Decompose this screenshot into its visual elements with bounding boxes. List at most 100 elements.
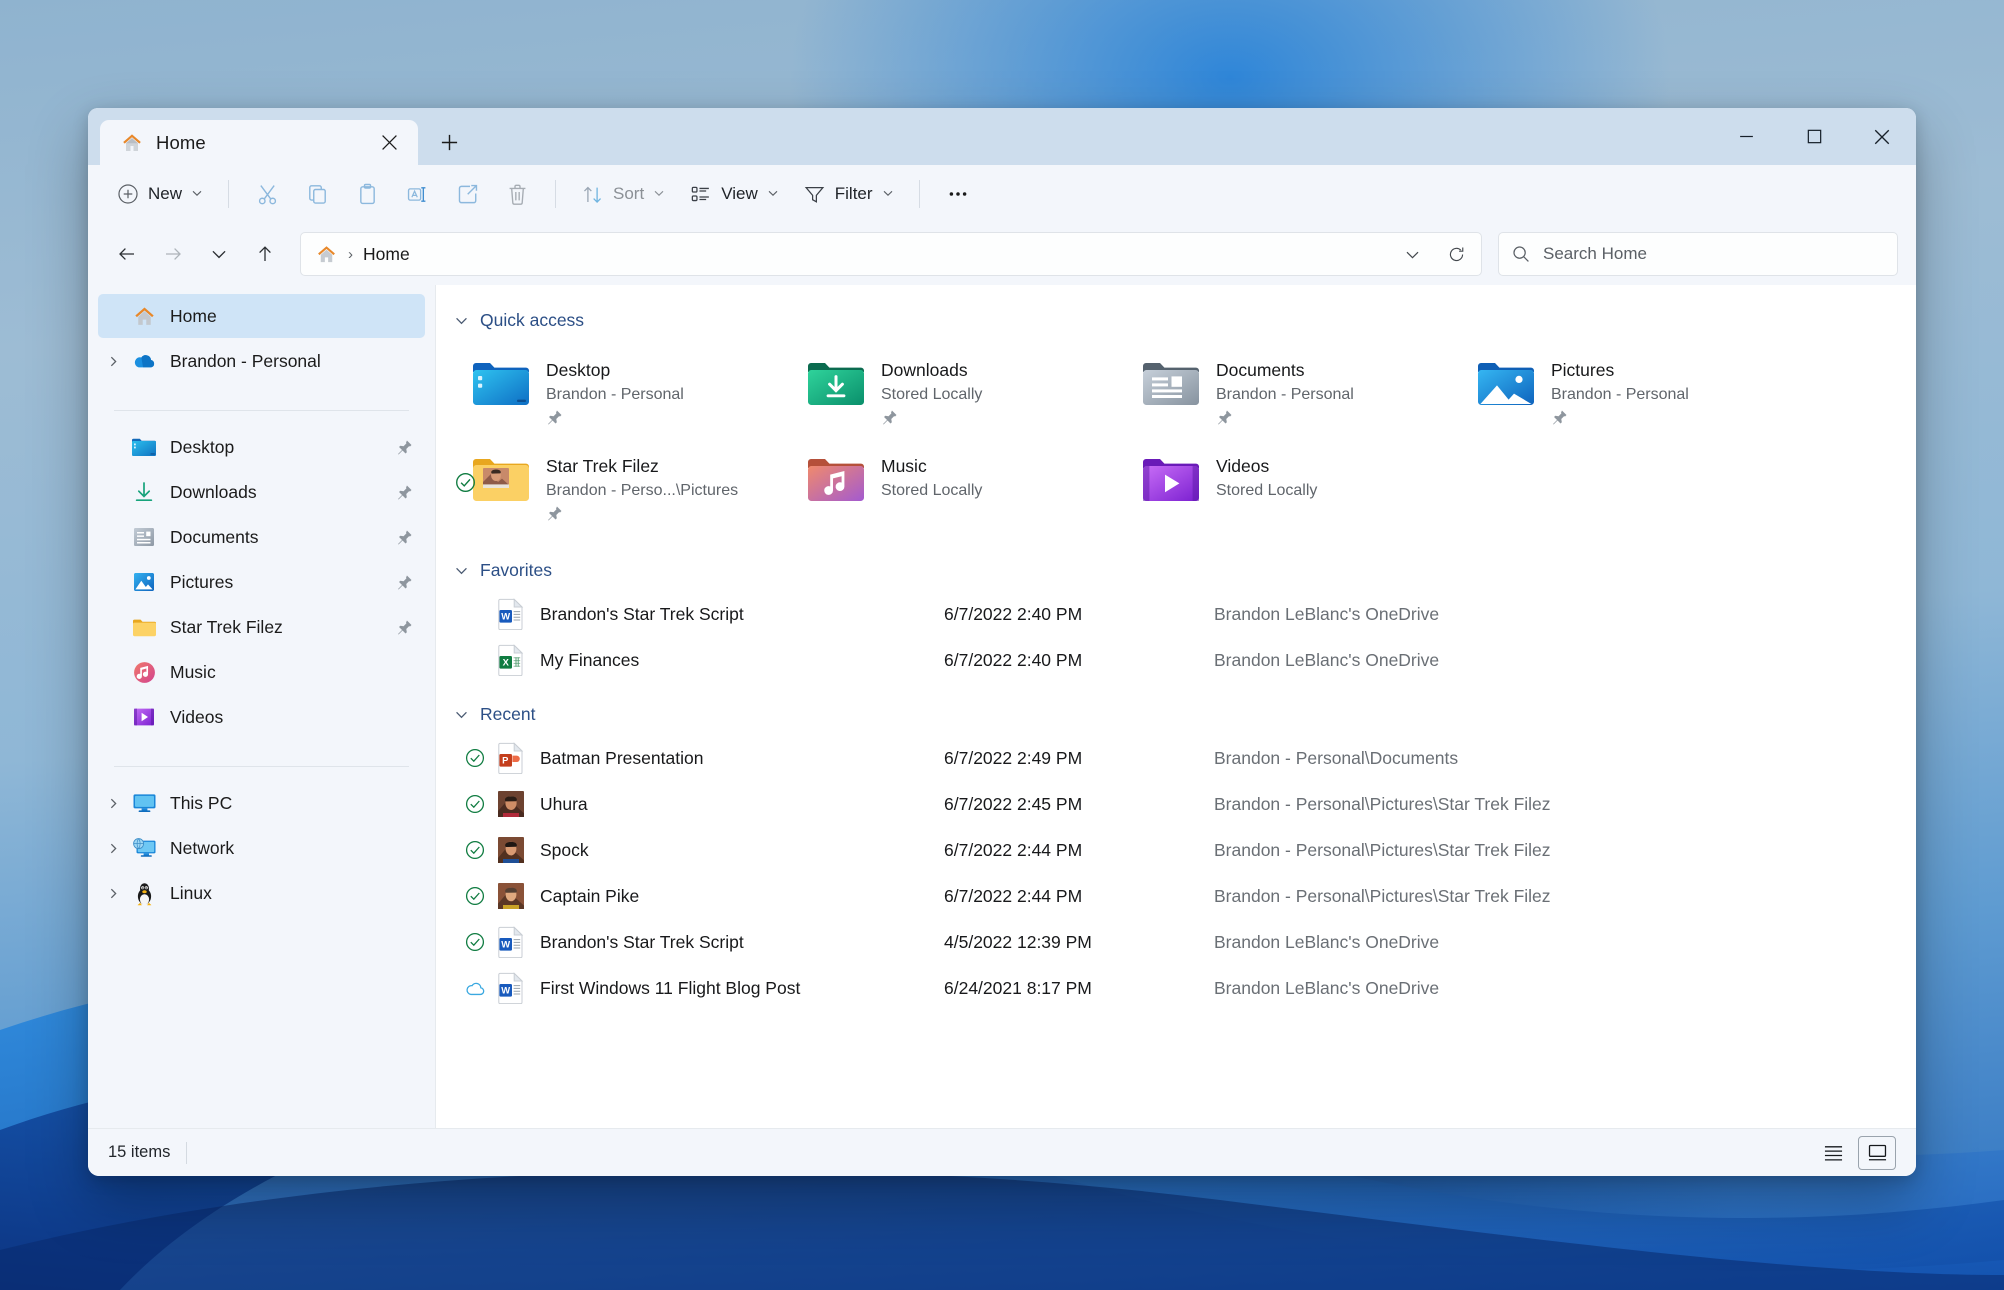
maximize-button[interactable] — [1780, 108, 1848, 165]
chevron-down-icon[interactable] — [454, 707, 469, 722]
quick-access-header[interactable]: Quick access — [436, 303, 1916, 337]
pin-icon[interactable] — [546, 409, 684, 431]
paste-button[interactable] — [343, 173, 391, 215]
rename-icon — [405, 182, 430, 207]
pin-icon[interactable] — [546, 505, 738, 527]
sidebar-item-network[interactable]: Network — [98, 826, 425, 870]
quick-access-tile-downloads[interactable]: Downloads Stored Locally — [793, 347, 1128, 443]
details-view-icon[interactable] — [1858, 1135, 1896, 1170]
pin-icon[interactable] — [1216, 409, 1354, 431]
funnel-icon — [803, 183, 826, 206]
sidebar-item-pictures[interactable]: Pictures — [98, 560, 425, 604]
tile-subtitle: Stored Locally — [881, 385, 983, 403]
rename-button[interactable] — [393, 173, 441, 215]
file-path: Brandon - Personal\Documents — [1214, 747, 1459, 768]
address-dropdown-button[interactable] — [1393, 235, 1431, 273]
filter-button[interactable]: Filter — [792, 173, 905, 215]
tab-home[interactable]: Home — [100, 120, 418, 165]
search-box[interactable]: Search Home — [1498, 232, 1898, 276]
chevron-down-icon[interactable] — [454, 563, 469, 578]
breadcrumb-home-label[interactable]: Home — [363, 244, 410, 265]
table-row[interactable]: Uhura 6/7/2022 2:45 PM Brandon - Persona… — [436, 781, 1904, 827]
pin-icon[interactable] — [393, 439, 415, 456]
up-button[interactable] — [244, 233, 286, 275]
sort-button[interactable]: Sort — [570, 173, 676, 215]
network-icon — [128, 837, 160, 859]
word-doc-icon: W — [492, 598, 530, 630]
quick-access-tile-documents[interactable]: Documents Brandon - Personal — [1128, 347, 1463, 443]
sidebar-item-videos[interactable]: Videos — [98, 695, 425, 739]
view-label: View — [721, 184, 758, 203]
table-row[interactable]: X My Finances 6/7/2022 2:40 PM Brandon L… — [436, 637, 1904, 683]
list-view-icon[interactable] — [1814, 1136, 1852, 1170]
chevron-right-icon[interactable] — [98, 842, 128, 855]
sidebar-item-music[interactable]: Music — [98, 650, 425, 694]
table-row[interactable]: Spock 6/7/2022 2:44 PM Brandon - Persona… — [436, 827, 1904, 873]
file-path: Brandon - Personal\Pictures\Star Trek Fi… — [1214, 839, 1551, 860]
table-row[interactable]: P Batman Presentation 6/7/2022 2:49 PM B… — [436, 735, 1904, 781]
quick-access-tile-pictures[interactable]: Pictures Brandon - Personal — [1463, 347, 1798, 443]
sidebar-item-this-pc[interactable]: This PC — [98, 781, 425, 825]
breadcrumb-home-icon[interactable] — [315, 243, 338, 266]
recent-title: Recent — [480, 703, 536, 724]
pin-icon[interactable] — [881, 409, 982, 431]
pin-icon[interactable] — [1551, 409, 1689, 431]
delete-button[interactable] — [493, 173, 541, 215]
view-toggle-group — [1814, 1135, 1896, 1170]
new-tab-button[interactable] — [432, 125, 466, 159]
table-row[interactable]: Captain Pike 6/7/2022 2:44 PM Brandon - … — [436, 873, 1904, 919]
copy-button[interactable] — [293, 173, 341, 215]
sidebar-item-label: Downloads — [170, 481, 257, 502]
downloads-icon — [128, 480, 160, 504]
chevron-down-icon[interactable] — [454, 313, 469, 328]
chevron-right-icon[interactable] — [98, 887, 128, 900]
favorites-header[interactable]: Favorites — [436, 553, 1916, 587]
close-tab-icon[interactable] — [372, 126, 406, 160]
sidebar-item-brandon-personal[interactable]: Brandon - Personal — [98, 339, 425, 383]
sidebar-item-home[interactable]: Home — [98, 294, 425, 338]
table-row[interactable]: W Brandon's Star Trek Script 6/7/2022 2:… — [436, 591, 1904, 637]
tile-subtitle: Brandon - Personal — [546, 385, 684, 403]
back-button[interactable] — [106, 233, 148, 275]
sidebar-item-star-trek-filez[interactable]: Star Trek Filez — [98, 605, 425, 649]
onedrive-icon — [128, 348, 160, 374]
table-row[interactable]: W Brandon's Star Trek Script 4/5/2022 12… — [436, 919, 1904, 965]
forward-button[interactable] — [152, 233, 194, 275]
quick-access-tile-videos[interactable]: Videos Stored Locally — [1128, 443, 1463, 539]
quick-access-tile-star-trek-filez[interactable]: Star Trek Filez Brandon - Perso...\Pictu… — [456, 443, 793, 539]
sidebar-item-downloads[interactable]: Downloads — [98, 470, 425, 514]
chevron-down-icon — [767, 184, 779, 204]
sidebar-item-label: Brandon - Personal — [170, 350, 321, 371]
refresh-button[interactable] — [1437, 235, 1475, 273]
pin-icon[interactable] — [393, 484, 415, 501]
file-name: Brandon's Star Trek Script — [540, 931, 744, 952]
quick-access-tile-desktop[interactable]: Desktop Brandon - Personal — [458, 347, 793, 443]
svg-text:W: W — [501, 984, 510, 995]
address-bar[interactable]: › Home — [300, 232, 1482, 276]
recent-locations-button[interactable] — [198, 233, 240, 275]
cut-button[interactable] — [243, 173, 291, 215]
pin-icon[interactable] — [393, 574, 415, 591]
chevron-down-icon — [653, 184, 665, 204]
sidebar-item-label: Star Trek Filez — [170, 616, 283, 637]
minimize-button[interactable] — [1712, 108, 1780, 165]
chevron-right-icon[interactable] — [98, 797, 128, 810]
address-bar-row: › Home Search Home — [88, 223, 1916, 285]
folder-icon — [128, 617, 160, 638]
sidebar-item-linux[interactable]: Linux — [98, 871, 425, 915]
file-path: Brandon - Personal\Pictures\Star Trek Fi… — [1214, 885, 1551, 906]
new-button[interactable]: New — [106, 173, 214, 215]
recent-header[interactable]: Recent — [436, 697, 1916, 731]
search-input[interactable]: Search Home — [1543, 244, 1647, 264]
view-button[interactable]: View — [678, 173, 790, 215]
table-row[interactable]: W First Windows 11 Flight Blog Post 6/24… — [436, 965, 1904, 1011]
more-options-button[interactable] — [934, 173, 982, 215]
close-window-button[interactable] — [1848, 108, 1916, 165]
pin-icon[interactable] — [393, 619, 415, 636]
pin-icon[interactable] — [393, 529, 415, 546]
chevron-right-icon[interactable] — [98, 355, 128, 368]
share-button[interactable] — [443, 173, 491, 215]
sidebar-item-documents[interactable]: Documents — [98, 515, 425, 559]
sidebar-item-desktop[interactable]: Desktop — [98, 425, 425, 469]
quick-access-tile-music[interactable]: Music Stored Locally — [793, 443, 1128, 539]
